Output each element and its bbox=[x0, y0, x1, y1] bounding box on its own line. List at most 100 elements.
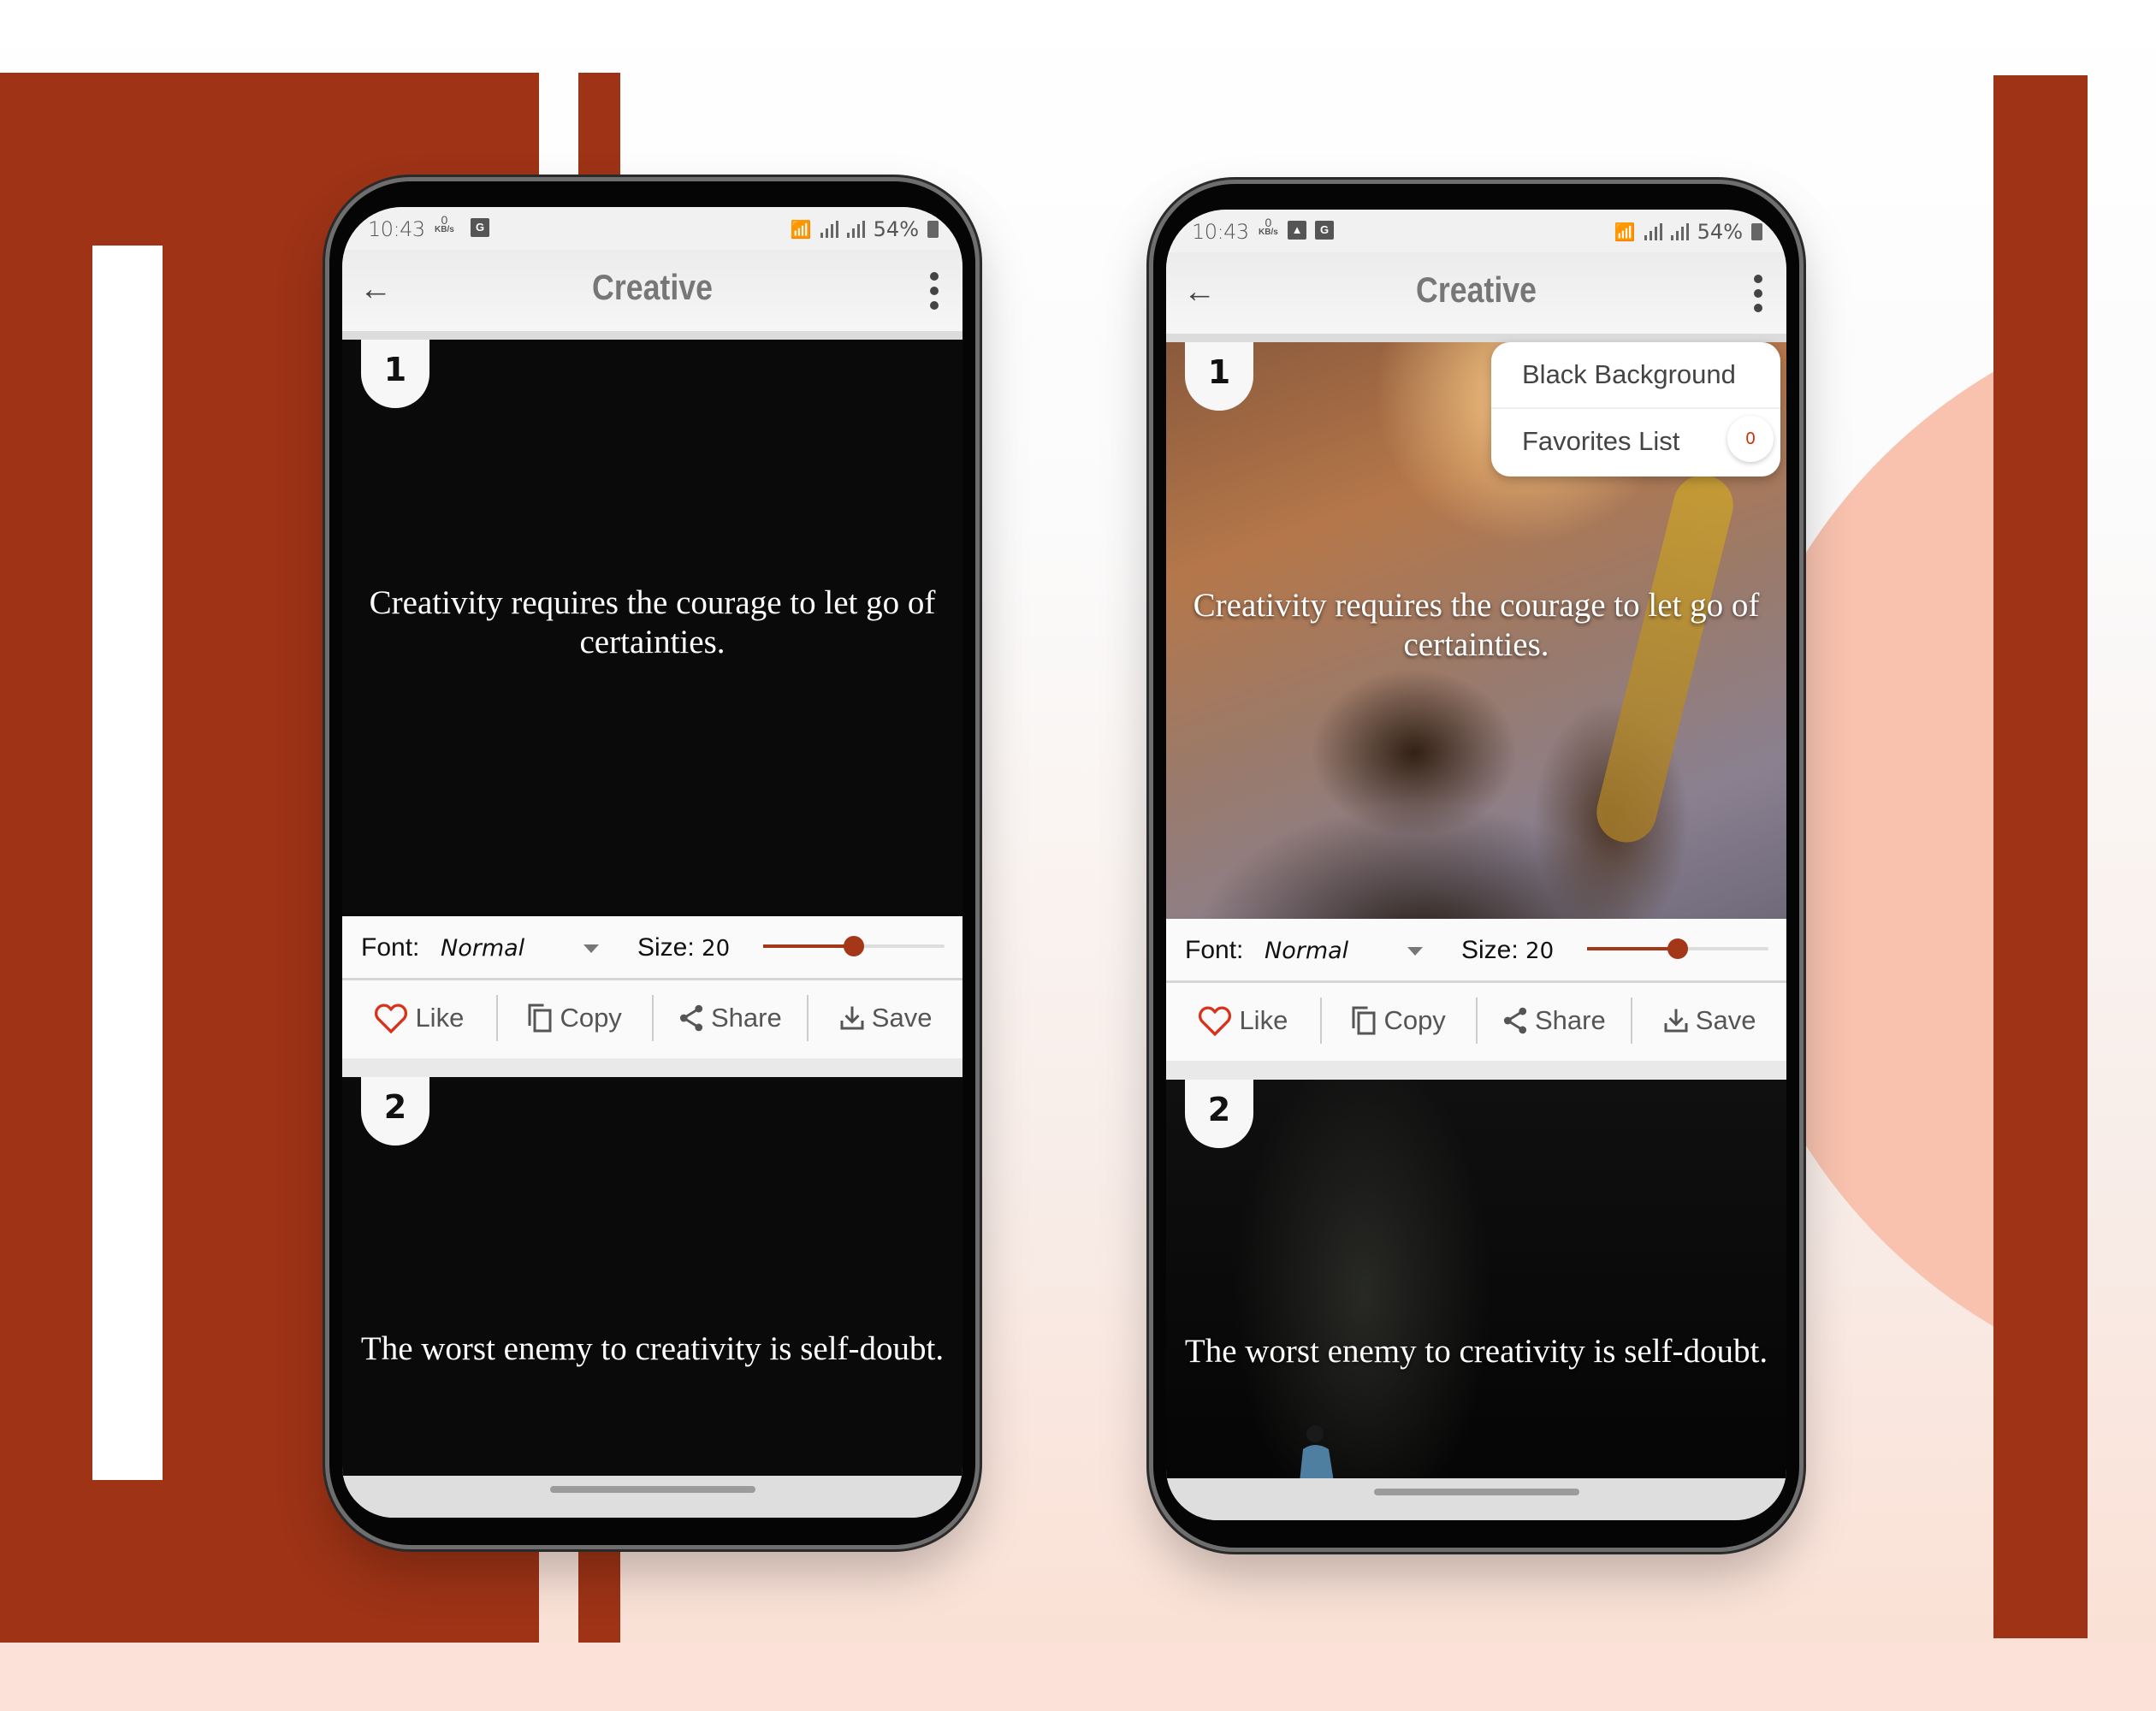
phone-screen: 10:43 0 KB/s G 📶 54% ← Creative 1 Creativ… bbox=[342, 207, 962, 1518]
card-gap bbox=[1166, 1061, 1786, 1080]
heart-icon bbox=[375, 1004, 408, 1034]
app-bar: ← Creative bbox=[1166, 252, 1786, 342]
font-label: Font: bbox=[1185, 936, 1244, 964]
like-label: Like bbox=[415, 1003, 465, 1033]
download-icon bbox=[840, 1006, 864, 1030]
font-size-slider[interactable] bbox=[763, 936, 945, 956]
copy-label: Copy bbox=[560, 1003, 622, 1033]
size-value: 20 bbox=[1525, 938, 1555, 964]
background-band bbox=[0, 1643, 2156, 1711]
slider-fill bbox=[1587, 947, 1678, 950]
quote-number-badge: 1 bbox=[361, 340, 429, 408]
save-button[interactable]: Save bbox=[807, 995, 962, 1041]
translate-icon: G bbox=[1315, 221, 1334, 240]
quote-card: 2 The worst enemy to creativity is self-… bbox=[342, 1077, 962, 1476]
status-right: 📶 54% bbox=[1614, 220, 1762, 244]
save-label: Save bbox=[871, 1003, 933, 1033]
arrow-left-icon[interactable]: ← bbox=[1183, 275, 1216, 309]
share-icon bbox=[1503, 1007, 1527, 1034]
save-button[interactable]: Save bbox=[1631, 998, 1786, 1044]
font-size-slider[interactable] bbox=[1587, 938, 1768, 959]
quote-card: 1 Creativity requires the courage to let… bbox=[342, 340, 962, 916]
slider-thumb[interactable] bbox=[1667, 938, 1688, 959]
overflow-menu: Black Background Favorites List 0 bbox=[1491, 342, 1780, 477]
wifi-icon: 📶 bbox=[1614, 222, 1636, 242]
size-label: Size: 20 bbox=[1461, 936, 1555, 964]
like-label: Like bbox=[1239, 1005, 1288, 1035]
wifi-icon: 📶 bbox=[790, 219, 812, 240]
network-speed: 0 KB/s bbox=[1259, 216, 1278, 237]
phone-screen: 10:43 0 KB/s ▲ G 📶 54% ← Creative 1 Creat… bbox=[1166, 210, 1786, 1520]
share-label: Share bbox=[1535, 1005, 1606, 1035]
phone-mockup-left: 10:43 0 KB/s G 📶 54% ← Creative 1 Creativ… bbox=[329, 181, 975, 1545]
font-row: Font: Normal Size: 20 bbox=[342, 916, 962, 980]
copy-button[interactable]: Copy bbox=[1319, 998, 1476, 1044]
share-label: Share bbox=[711, 1003, 782, 1033]
favorites-count-badge: 0 bbox=[1727, 416, 1774, 462]
network-speed: 0 KB/s bbox=[435, 213, 454, 234]
arrow-left-icon[interactable]: ← bbox=[359, 272, 392, 306]
font-select[interactable]: Normal bbox=[441, 935, 524, 962]
quote-controls: Font: Normal Size: 20 Like Copy Share Sa… bbox=[342, 916, 962, 1058]
signal-icon-2 bbox=[846, 221, 865, 238]
copy-button[interactable]: Copy bbox=[495, 995, 652, 1041]
save-label: Save bbox=[1695, 1005, 1756, 1035]
page-title: Creative bbox=[1416, 269, 1537, 310]
size-label: Size: 20 bbox=[637, 933, 731, 962]
menu-item-favorites-list[interactable]: Favorites List 0 bbox=[1491, 409, 1780, 474]
chevron-down-icon[interactable] bbox=[1407, 947, 1423, 956]
quote-number-badge: 2 bbox=[361, 1077, 429, 1146]
chevron-down-icon[interactable] bbox=[583, 944, 599, 953]
status-time: 10:43 bbox=[368, 217, 425, 241]
decorative-white-bar bbox=[92, 246, 163, 1480]
font-label: Font: bbox=[361, 933, 420, 962]
quote-text: The worst enemy to creativity is self-do… bbox=[360, 1330, 945, 1367]
share-icon bbox=[679, 1004, 703, 1032]
battery-icon bbox=[1751, 223, 1762, 240]
battery-percent: 54% bbox=[1697, 220, 1743, 244]
home-indicator[interactable] bbox=[549, 1486, 755, 1493]
signal-icon-2 bbox=[1670, 223, 1689, 240]
size-value: 20 bbox=[702, 936, 731, 962]
slider-fill bbox=[763, 944, 854, 948]
status-bar: 10:43 0 KB/s G 📶 54% bbox=[342, 207, 962, 250]
share-button[interactable]: Share bbox=[651, 995, 808, 1041]
copy-label: Copy bbox=[1383, 1005, 1446, 1035]
translate-icon: G bbox=[471, 218, 489, 237]
heart-icon bbox=[1199, 1006, 1232, 1037]
status-right: 📶 54% bbox=[791, 217, 939, 241]
more-vert-icon[interactable] bbox=[930, 272, 939, 310]
action-row: Like Copy Share Save bbox=[342, 980, 962, 1056]
menu-item-black-background[interactable]: Black Background bbox=[1491, 342, 1780, 409]
copy-icon bbox=[1352, 1006, 1376, 1035]
signal-icon bbox=[1644, 223, 1662, 240]
more-vert-icon[interactable] bbox=[1754, 275, 1762, 312]
signal-icon bbox=[820, 221, 838, 238]
card-gap bbox=[342, 1058, 962, 1077]
phone-mockup-right: 10:43 0 KB/s ▲ G 📶 54% ← Creative 1 Creat… bbox=[1153, 184, 1799, 1548]
navigation-bar bbox=[1166, 1478, 1786, 1520]
home-indicator[interactable] bbox=[1373, 1489, 1579, 1495]
navigation-bar bbox=[342, 1476, 962, 1518]
battery-icon bbox=[927, 221, 939, 238]
quote-card: 2 The worst enemy to creativity is self-… bbox=[1166, 1080, 1786, 1478]
image-icon: ▲ bbox=[1288, 221, 1306, 240]
page-title: Creative bbox=[592, 267, 713, 307]
font-select[interactable]: Normal bbox=[1265, 938, 1348, 964]
quote-number-badge: 1 bbox=[1185, 342, 1253, 411]
download-icon bbox=[1664, 1009, 1688, 1033]
copy-icon bbox=[528, 1004, 552, 1033]
decorative-red-bar bbox=[1993, 75, 2088, 1638]
status-bar: 10:43 0 KB/s ▲ G 📶 54% bbox=[1166, 210, 1786, 252]
quote-text: Creativity requires the courage to let g… bbox=[369, 584, 936, 660]
quote-number-badge: 2 bbox=[1185, 1080, 1253, 1148]
like-button[interactable]: Like bbox=[342, 995, 496, 1041]
photo-figure bbox=[1300, 1425, 1334, 1478]
quote-text: Creativity requires the courage to let g… bbox=[1193, 587, 1760, 663]
like-button[interactable]: Like bbox=[1166, 998, 1320, 1044]
action-row: Like Copy Share Save bbox=[1166, 983, 1786, 1058]
share-button[interactable]: Share bbox=[1475, 998, 1632, 1044]
status-time: 10:43 bbox=[1192, 220, 1249, 244]
slider-thumb[interactable] bbox=[844, 936, 864, 956]
quote-text: The worst enemy to creativity is self-do… bbox=[1184, 1333, 1768, 1370]
